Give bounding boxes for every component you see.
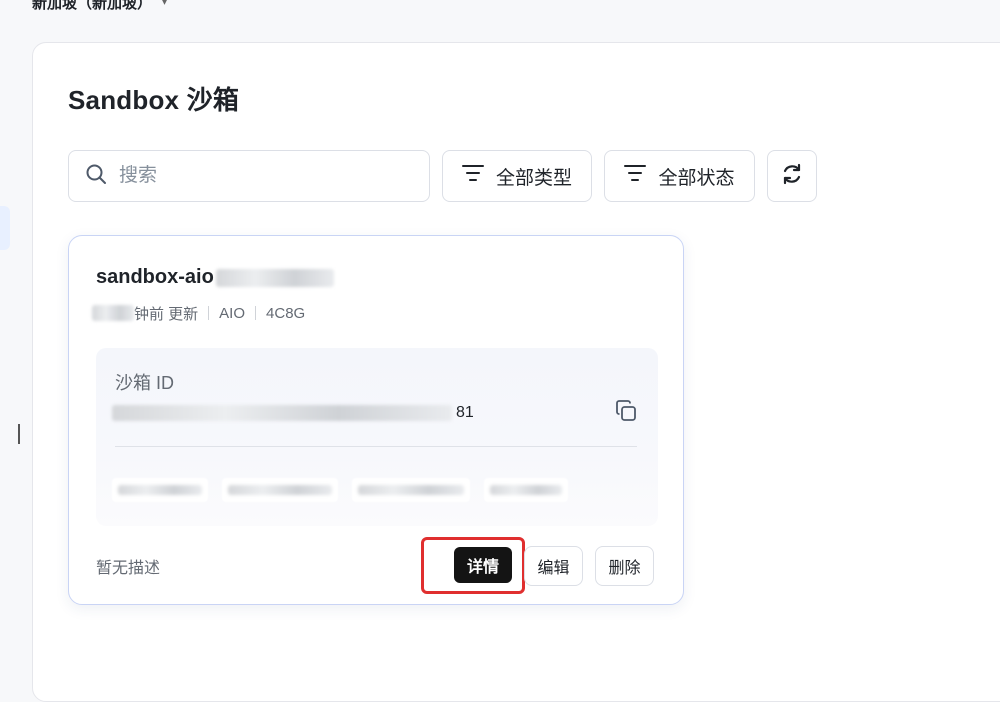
tag-chip [352,478,470,502]
delete-button[interactable]: 删除 [595,546,654,586]
divider [208,306,210,320]
sandbox-spec: 4C8G [266,304,306,322]
tag-chip [484,478,568,502]
sandbox-id-label: 沙箱 ID [115,373,175,393]
filter-icon [624,164,647,188]
filter-icon [461,164,484,188]
sandbox-name: sandbox-aio [96,266,334,289]
sandbox-id-value: 81 [112,402,474,424]
divider [255,306,257,320]
copy-icon[interactable] [614,399,638,428]
sandbox-tags [112,478,568,502]
region-selector[interactable]: 新加坡（新加坡） ▾ [32,0,167,13]
sandbox-type: AIO [219,304,246,322]
refresh-button[interactable] [767,150,817,202]
sidebar-active-indicator [0,206,10,250]
id-divider [115,446,637,447]
redacted-text [118,485,202,495]
sandbox-name-text: sandbox-aio [96,266,214,288]
filter-status-button[interactable]: 全部状态 [604,150,755,202]
search-box[interactable] [68,150,430,202]
filter-type-label: 全部类型 [495,167,572,189]
redacted-text [358,485,464,495]
redacted-text [92,305,134,321]
chevron-down-icon: ▾ [162,0,168,8]
sandbox-description: 暂无描述 [96,560,161,577]
updated-time: 钟前 更新 [134,305,199,323]
sandbox-meta: 钟前 更新 AIO 4C8G [92,302,305,324]
redacted-text [490,485,562,495]
tag-chip [112,478,208,502]
filter-type-button[interactable]: 全部类型 [442,150,592,202]
edit-button[interactable]: 编辑 [524,546,583,586]
refresh-icon [780,162,804,191]
page-title: Sandbox 沙箱 [68,85,240,115]
search-icon [85,163,107,190]
redacted-text [112,405,452,421]
region-label: 新加坡（新加坡） [32,0,153,12]
redacted-text [215,268,334,287]
search-input[interactable] [119,165,399,187]
sandbox-id-tail: 81 [456,404,474,421]
detail-button[interactable]: 详情 [454,547,512,583]
redacted-text [228,485,332,495]
sidebar-resize-handle[interactable] [18,424,20,444]
filter-status-label: 全部状态 [658,167,735,189]
tag-chip [222,478,338,502]
